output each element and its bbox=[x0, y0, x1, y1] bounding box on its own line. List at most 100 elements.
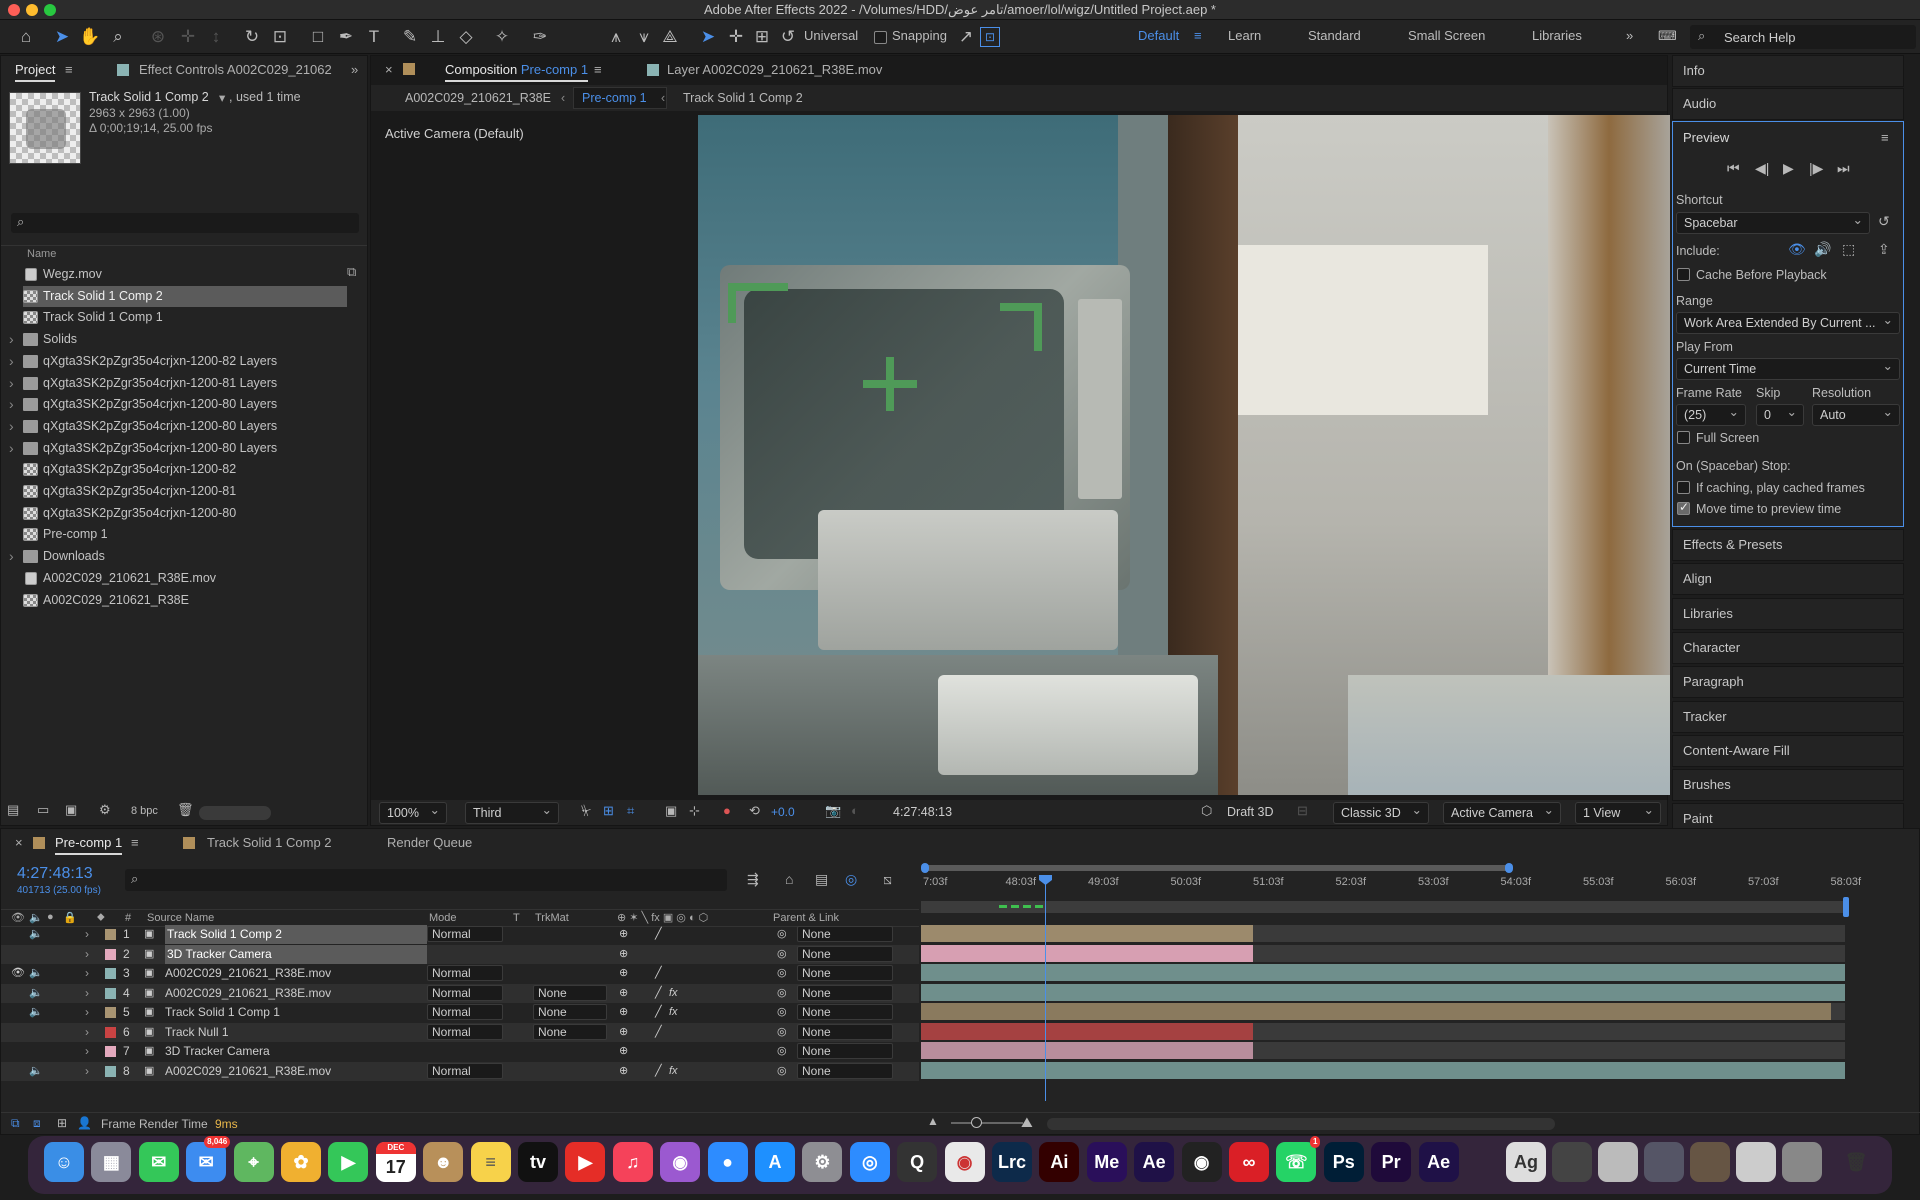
label-swatch[interactable] bbox=[105, 1065, 116, 1077]
parent-dropdown[interactable]: None bbox=[797, 965, 893, 981]
work-area-start-handle[interactable] bbox=[921, 863, 929, 873]
layer-trkmat-dropdown[interactable]: None bbox=[533, 984, 607, 1001]
photos-icon[interactable]: ✿ bbox=[281, 1142, 321, 1182]
project-item[interactable]: qXgta3SK2pZgr35o4crjxn-1200-80 Layers bbox=[23, 416, 347, 437]
ag-icon[interactable]: Ag bbox=[1506, 1142, 1546, 1182]
quality-switch-icon[interactable]: ╱ bbox=[655, 1003, 662, 1022]
twirl-icon[interactable]: › bbox=[85, 1003, 89, 1022]
last-frame-icon[interactable]: ⏭ bbox=[1837, 160, 1850, 177]
draft-3d-timeline-icon[interactable]: ⌂ bbox=[785, 871, 793, 887]
breadcrumb-item-precomp[interactable]: Pre-comp 1 bbox=[573, 87, 667, 109]
close-timeline-tab-icon[interactable]: × bbox=[15, 835, 23, 850]
audio-switch-icon[interactable]: 🔈 bbox=[29, 925, 43, 944]
project-item[interactable]: Track Solid 1 Comp 2 bbox=[23, 285, 347, 307]
selected-item-chevron-icon[interactable]: ▾ bbox=[219, 90, 225, 105]
project-item[interactable]: qXgta3SK2pZgr35o4crjxn-1200-81 bbox=[23, 481, 347, 502]
table-row[interactable]: 👁 🔈 › 3 ▣ A002C029_210621_R38E.mov Normal ⊕ ╱ ◎ No… bbox=[1, 964, 919, 983]
label-swatch[interactable] bbox=[105, 987, 116, 999]
view-axis-icon[interactable]: ⟁ bbox=[658, 25, 682, 49]
project-search-input[interactable]: ⌕ bbox=[11, 213, 359, 233]
selection-tool-icon[interactable]: ➤ bbox=[50, 25, 74, 49]
layer-mode-dropdown[interactable]: Normal bbox=[427, 1023, 503, 1040]
skip-dropdown[interactable]: 0 bbox=[1756, 404, 1804, 426]
facetime-icon[interactable]: ▶ bbox=[328, 1142, 369, 1182]
zoom-window-button[interactable] bbox=[44, 4, 56, 16]
solo-header-icon[interactable]: ● bbox=[47, 911, 54, 923]
trash-icon[interactable]: 🗑 bbox=[177, 802, 194, 818]
pen-tool-icon[interactable]: ✒ bbox=[334, 25, 358, 49]
panel-tab-character[interactable]: Character bbox=[1672, 631, 1904, 664]
color-channels-icon[interactable]: ● bbox=[723, 803, 731, 818]
shy-switch-icon[interactable]: ⊕ bbox=[619, 1003, 628, 1022]
table-row[interactable]: › 6 ▣ Track Null 1 Normal None ⊕ ╱ ◎ None bbox=[1, 1022, 919, 1042]
project-settings-icon[interactable]: ⚙ bbox=[99, 802, 111, 818]
layer-name[interactable]: A002C029_210621_R38E.mov bbox=[165, 984, 331, 1003]
puppet-pin-icon[interactable]: ✑ bbox=[528, 25, 552, 49]
camera-view-dropdown[interactable]: Active Camera bbox=[1443, 802, 1561, 824]
name-column-header[interactable]: Name bbox=[27, 248, 56, 260]
extended-viewer-icon[interactable]: ⊟ bbox=[1297, 803, 1308, 819]
mode-header[interactable]: Mode bbox=[429, 912, 457, 924]
project-item[interactable]: Wegz.mov bbox=[23, 264, 347, 285]
parent-dropdown[interactable]: None bbox=[797, 1043, 893, 1059]
toggle-modes-icon[interactable]: ⧈ bbox=[33, 1116, 41, 1131]
audio-switch-icon[interactable]: 🔈 bbox=[29, 1003, 43, 1022]
bpc-button[interactable]: 8 bpc bbox=[131, 805, 158, 817]
tab-render-queue[interactable]: Render Queue bbox=[387, 835, 472, 850]
ai-icon[interactable]: Ai bbox=[1039, 1142, 1080, 1182]
audio-panel-tab[interactable]: Audio bbox=[1672, 88, 1904, 120]
range-dropdown[interactable]: Work Area Extended By Current ... bbox=[1676, 312, 1900, 334]
table-row[interactable]: 🔈 › 1 ▣ Track Solid 1 Comp 2 Normal ⊕ ╱ ◎ None bbox=[1, 925, 919, 944]
timeline-search-input[interactable]: ⌕ bbox=[125, 869, 727, 891]
tab-project[interactable]: Project bbox=[15, 62, 56, 82]
snapping-label[interactable]: Snapping bbox=[892, 28, 947, 43]
layer-name[interactable]: Track Solid 1 Comp 2 bbox=[165, 925, 427, 944]
reset-exposure-icon[interactable]: ⟲ bbox=[749, 803, 760, 819]
ae-icon[interactable]: Ae bbox=[1134, 1142, 1175, 1182]
effect-switch-icon[interactable]: fx bbox=[669, 1003, 678, 1022]
include-audio-icon[interactable]: 🔊 bbox=[1814, 241, 1831, 258]
label-header-icon[interactable]: ⬥ bbox=[97, 911, 105, 924]
workspace-menu-icon[interactable]: ≡ bbox=[1194, 28, 1202, 43]
project-item[interactable]: Track Solid 1 Comp 1 bbox=[23, 307, 347, 328]
calendar-icon[interactable]: DEC 17 bbox=[375, 1142, 416, 1182]
parent-dropdown[interactable]: None bbox=[797, 1062, 893, 1079]
ps-icon[interactable]: Ps bbox=[1323, 1142, 1364, 1182]
finder-window-thumb-6[interactable] bbox=[1782, 1142, 1822, 1182]
shy-switch-icon[interactable]: ⊕ bbox=[619, 964, 628, 983]
shy-switch-icon[interactable]: ⊕ bbox=[619, 984, 628, 1003]
quality-switch-icon[interactable]: ╱ bbox=[655, 1062, 662, 1081]
project-item[interactable]: qXgta3SK2pZgr35o4crjxn-1200-80 Layers bbox=[23, 394, 347, 415]
quality-switch-icon[interactable]: ╱ bbox=[655, 984, 662, 1003]
universal-mode-label[interactable]: Universal bbox=[804, 28, 858, 43]
parent-dropdown[interactable]: None bbox=[797, 926, 893, 942]
trkmat-header[interactable]: TrkMat bbox=[535, 912, 569, 924]
hand-tool-icon[interactable]: ✋ bbox=[78, 25, 102, 49]
layer-mode-dropdown[interactable]: Normal bbox=[427, 926, 503, 942]
pickwhip-icon[interactable]: ◎ bbox=[777, 964, 787, 983]
work-area-bar[interactable] bbox=[925, 865, 1513, 871]
pickwhip-icon[interactable]: ◎ bbox=[777, 984, 787, 1003]
toggle-switches-icon[interactable]: ⧉ bbox=[11, 1116, 20, 1131]
timeline-timecode[interactable]: 4:27:48:13 bbox=[17, 865, 93, 883]
launchpad-icon[interactable]: ▦ bbox=[91, 1142, 132, 1182]
fast-previews-icon[interactable]: ⏧ bbox=[581, 803, 591, 819]
audio-switch-icon[interactable]: 🔈 bbox=[29, 1062, 43, 1081]
project-item[interactable]: Downloads bbox=[23, 546, 347, 567]
graph-editor-icon[interactable]: ⧅ bbox=[883, 871, 892, 888]
dolly-camera-icon[interactable]: ↕ bbox=[204, 25, 228, 49]
project-item[interactable]: qXgta3SK2pZgr35o4crjxn-1200-82 bbox=[23, 459, 347, 480]
snapshot-icon[interactable]: 📷 bbox=[825, 803, 841, 819]
quality-switch-icon[interactable]: ╱ bbox=[655, 925, 662, 944]
resolution-dropdown-preview[interactable]: Auto bbox=[1812, 404, 1900, 426]
layer-name[interactable]: 3D Tracker Camera bbox=[165, 1042, 270, 1061]
source-name-header[interactable]: Source Name bbox=[147, 912, 214, 924]
folder-twirl-icon[interactable]: › bbox=[9, 331, 14, 347]
interpret-footage-icon[interactable]: ▤ bbox=[7, 802, 19, 818]
frame-blending-icon[interactable]: ▤ bbox=[815, 871, 828, 888]
pickwhip-icon[interactable]: ◎ bbox=[777, 945, 787, 964]
video-switch-icon[interactable]: 👁 bbox=[11, 964, 25, 983]
tab-effect-controls[interactable]: Effect Controls A002C029_21062 bbox=[139, 62, 332, 77]
layer-duration-bar[interactable] bbox=[921, 964, 1845, 981]
folder-twirl-icon[interactable]: › bbox=[9, 375, 14, 391]
